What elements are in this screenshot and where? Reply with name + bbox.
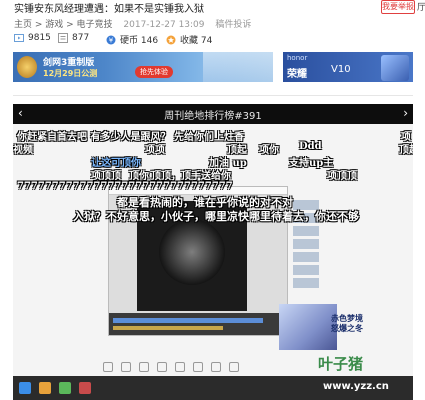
poster-text: 赤色梦境 怒爆之冬 [331,314,363,333]
app-icon [39,382,51,394]
danmaku-comment: 你赶紧自首去吧 有多少人是跟风？ 先给你们上炷香 [17,132,244,143]
ad2-brand: honor [287,54,308,62]
video-title: 实锤安东风经理遭遇：如果不是实锤我入狱 [14,4,204,15]
ad-headline: 剑网3重制版 [43,58,95,68]
danmaku-comment: 项项 [145,145,165,156]
danmaku-comment: 7777777777777777777777777777777 [17,181,233,192]
view-count: 9815 [14,33,51,43]
category-breadcrumb[interactable]: 主页 > 游戏 > 电子竞技 [14,20,113,30]
player-title-bar: ‹ 周刊绝地排行榜#391 › [13,104,413,124]
next-arrow-icon[interactable]: › [403,106,408,120]
editor-timeline [109,313,287,335]
coin-button[interactable]: ¥ 硬币 146 [106,33,158,46]
danmaku-comment: 顶你 [129,171,149,182]
site-watermark: 叶子猪 [318,355,364,373]
timeline-track-video [113,318,263,323]
danmaku-comment: 入狱？不好意思，小伙子，哪里凉快哪里待着去，你还不够 [73,210,359,223]
start-icon [19,382,31,394]
meta-row: 主页 > 游戏 > 电子竞技 2017-12-27 13:09 稿件投诉 [14,17,259,30]
publish-date: 2017-12-27 13:09 [123,20,205,30]
site-watermark-url: www.yzz.cn [323,381,389,392]
danmaku-icon [58,33,68,43]
coin-label: 硬币 146 [120,36,159,46]
danmaku-comment: 项顶顶 [91,171,121,182]
play-count-icon [14,33,24,43]
app-icon [59,382,71,394]
star-icon [166,35,176,45]
danmaku-count-value: 877 [72,33,90,43]
danmaku-comment: 项你 [259,145,279,156]
desktop-toolbar [103,362,283,376]
timeline-track-audio [113,326,223,330]
ad2-line1: 荣耀 [287,69,307,80]
poster-image [279,304,337,350]
ad-date: 12月29日公测 [43,69,98,78]
danmaku-comment: 顶顶，顶手送给你 [151,171,231,182]
danmaku-comment: Ddd [299,141,322,152]
svg-text:¥: ¥ [109,36,114,44]
danmaku-comment: 视频 [13,145,33,156]
danmaku-count: 877 [58,33,89,43]
game-logo [17,56,37,78]
danmaku-comment: 项顶顶 [327,171,357,182]
coin-icon: ¥ [106,35,116,45]
favorite-button[interactable]: 收藏 74 [166,33,212,46]
game-ad-banner[interactable]: 剑网3重制版 12月29日公测 抢先体验 [13,52,273,82]
video-player[interactable]: ‹ 周刊绝地排行榜#391 › 赤色梦境 怒爆之冬 叶子猪 www.yzz.cn… [13,104,413,400]
divider [13,95,413,96]
ad-cta-button[interactable]: 抢先体验 [135,66,173,78]
favorite-label: 收藏 74 [180,36,213,46]
phone-image [381,55,409,81]
report-button[interactable]: 我要举报 [381,0,415,14]
app-icon [79,382,91,394]
rights-link[interactable]: 稿件投诉 [215,20,251,30]
ad2-line2: V10 [331,64,351,75]
player-title: 周刊绝地排行榜#391 [164,111,262,122]
phone-ad-banner[interactable]: honor 荣耀 V10 [283,52,413,82]
header-cut-text: 厅 [417,3,425,13]
danmaku-comment: 顶起 [399,145,413,156]
scope-lens [159,219,225,285]
view-count-value: 9815 [28,33,51,43]
ad-character-art [203,52,273,82]
